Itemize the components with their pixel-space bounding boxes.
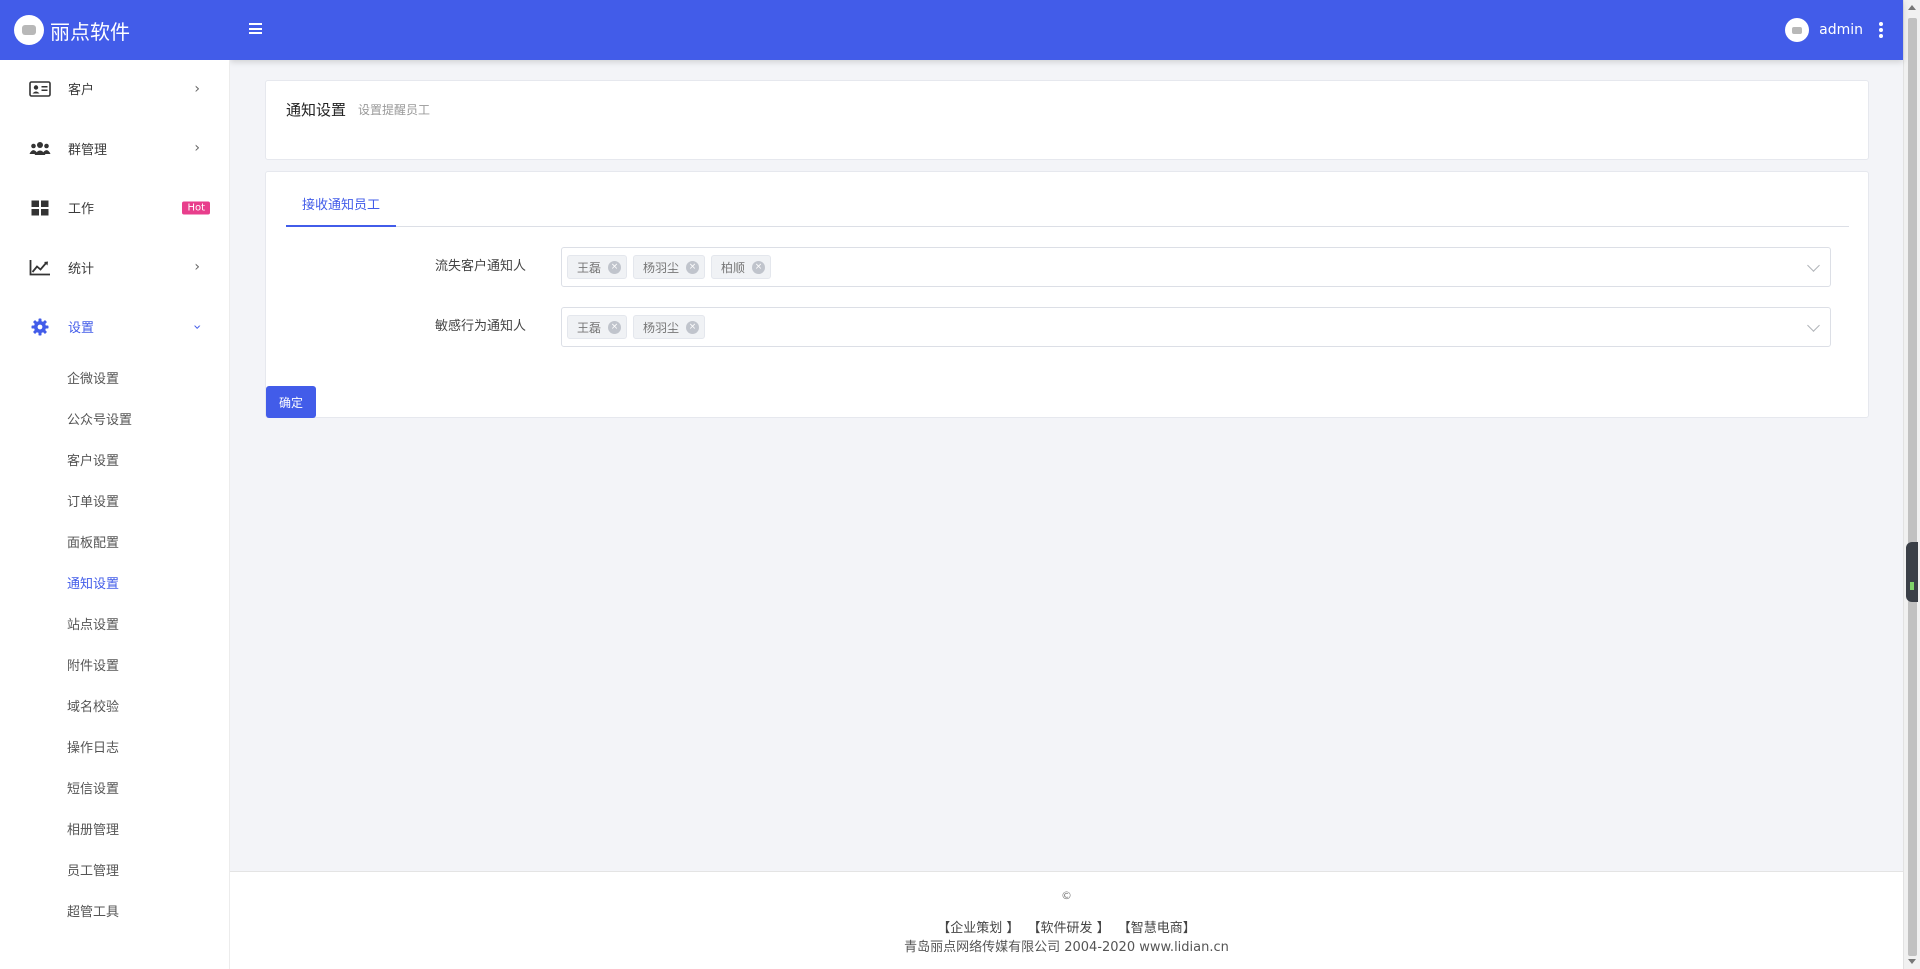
footer-links: 【企业策划 】 【软件研发 】 【智慧电商】 bbox=[230, 917, 1903, 936]
username[interactable]: admin bbox=[1819, 22, 1863, 38]
form-row-churn-notify: 流失客户通知人 王磊 × 杨羽尘 × 柏顺 × bbox=[266, 247, 1870, 287]
submenu-item[interactable]: 员工管理 bbox=[0, 849, 229, 890]
footer: © 【企业策划 】 【软件研发 】 【智慧电商】 青岛丽点网络传媒有限公司 20… bbox=[230, 871, 1903, 969]
field-label: 敏感行为通知人 bbox=[434, 319, 526, 334]
sidebar-item-label: 设置 bbox=[68, 321, 95, 337]
gear-icon bbox=[28, 317, 52, 337]
chevron-down-icon: › bbox=[189, 323, 206, 330]
sidebar-item-label: 客户 bbox=[68, 83, 95, 99]
page-subtitle: 设置提醒员工 bbox=[358, 103, 431, 117]
submenu-item[interactable]: 域名校验 bbox=[0, 685, 229, 726]
scroll-down-icon[interactable] bbox=[1908, 959, 1916, 964]
users-icon bbox=[28, 138, 52, 158]
chevron-right-icon: › bbox=[194, 259, 200, 276]
sidebar-menu: 服务 客户 › 群管理 › 工作 Hot 统 bbox=[0, 37, 229, 931]
footer-link[interactable]: 【智慧电商】 bbox=[1118, 921, 1196, 936]
tag-label: 王磊 bbox=[577, 260, 602, 275]
submenu-item[interactable]: 订单设置 bbox=[0, 480, 229, 521]
avatar[interactable] bbox=[1785, 18, 1810, 42]
dashboard-grid-icon bbox=[28, 198, 52, 218]
copyright: © bbox=[1061, 889, 1072, 902]
sidebar-item-stats[interactable]: 统计 › bbox=[0, 238, 229, 298]
logo-icon bbox=[14, 15, 44, 45]
company-info: 青岛丽点网络传媒有限公司 2004-2020 www.lidian.cn bbox=[904, 940, 1229, 955]
submenu-item[interactable]: 短信设置 bbox=[0, 767, 229, 808]
tag-label: 杨羽尘 bbox=[643, 320, 680, 335]
hamburger-menu-icon[interactable] bbox=[249, 23, 262, 34]
page-title: 通知设置 bbox=[286, 101, 347, 119]
sidebar-item-settings[interactable]: 设置 › bbox=[0, 297, 229, 357]
selected-tag: 王磊 × bbox=[567, 255, 628, 279]
churn-notify-select[interactable]: 王磊 × 杨羽尘 × 柏顺 × bbox=[561, 247, 1831, 287]
selected-tag: 柏顺 × bbox=[711, 255, 772, 279]
notification-form-card: 接收通知员工 流失客户通知人 王磊 × 杨羽尘 × 柏顺 × 敏感行为通知人 王磊 × … bbox=[265, 171, 1869, 418]
footer-link[interactable]: 【企业策划 】 bbox=[937, 921, 1019, 936]
topbar: admin bbox=[230, 0, 1903, 60]
submenu-item[interactable]: 操作日志 bbox=[0, 726, 229, 767]
tag-close-icon[interactable]: × bbox=[752, 260, 766, 274]
chevron-down-icon bbox=[1807, 259, 1820, 272]
submenu-item-active[interactable]: 通知设置 bbox=[0, 562, 229, 603]
more-vertical-icon[interactable] bbox=[1879, 22, 1883, 38]
tag-label: 柏顺 bbox=[721, 260, 746, 275]
brand-header[interactable]: 丽点软件 bbox=[0, 0, 230, 60]
submenu-item[interactable]: 面板配置 bbox=[0, 521, 229, 562]
sensitive-notify-select[interactable]: 王磊 × 杨羽尘 × bbox=[561, 307, 1831, 347]
line-chart-icon bbox=[28, 257, 52, 277]
hot-badge: Hot bbox=[182, 201, 210, 215]
tag-close-icon[interactable]: × bbox=[608, 260, 622, 274]
selected-tag: 王磊 × bbox=[567, 315, 628, 339]
id-card-icon bbox=[28, 79, 52, 99]
brand-name: 丽点软件 bbox=[50, 19, 130, 44]
page-header-card: 通知设置 设置提醒员工 bbox=[265, 80, 1869, 160]
submenu-item[interactable]: 客户设置 bbox=[0, 439, 229, 480]
tag-label: 杨羽尘 bbox=[643, 260, 680, 275]
sidebar-item-label: 统计 bbox=[68, 261, 95, 277]
confirm-button[interactable]: 确定 bbox=[266, 386, 316, 418]
tag-close-icon[interactable]: × bbox=[686, 320, 700, 334]
sidebar: 服务 客户 › 群管理 › 工作 Hot 统 bbox=[0, 0, 230, 969]
tab-receive-staff[interactable]: 接收通知员工 bbox=[286, 188, 396, 227]
chevron-down-icon bbox=[1807, 319, 1820, 332]
side-panel-handle[interactable] bbox=[1906, 542, 1918, 602]
submenu-item[interactable]: 站点设置 bbox=[0, 603, 229, 644]
footer-link[interactable]: 【软件研发 】 bbox=[1027, 921, 1109, 936]
sidebar-item-customer[interactable]: 客户 › bbox=[0, 59, 229, 119]
submenu-item[interactable]: 超管工具 bbox=[0, 890, 229, 931]
selected-tag: 杨羽尘 × bbox=[633, 255, 706, 279]
scroll-up-icon[interactable] bbox=[1908, 5, 1916, 10]
sidebar-item-label: 群管理 bbox=[68, 142, 108, 158]
form-row-sensitive-notify: 敏感行为通知人 王磊 × 杨羽尘 × bbox=[266, 307, 1870, 347]
user-menu[interactable]: admin bbox=[1785, 0, 1883, 60]
tag-close-icon[interactable]: × bbox=[686, 260, 700, 274]
field-label: 流失客户通知人 bbox=[434, 259, 526, 274]
sidebar-item-label: 工作 bbox=[68, 202, 95, 218]
chevron-right-icon: › bbox=[194, 140, 200, 157]
submenu-item[interactable]: 相册管理 bbox=[0, 808, 229, 849]
tab-bar: 接收通知员工 bbox=[286, 188, 1849, 227]
submenu-item[interactable]: 企微设置 bbox=[0, 357, 229, 398]
page-scrollbar[interactable] bbox=[1903, 0, 1920, 969]
submenu-item[interactable]: 附件设置 bbox=[0, 644, 229, 685]
submenu-item[interactable]: 公众号设置 bbox=[0, 398, 229, 439]
scrollbar-thumb[interactable] bbox=[1908, 18, 1917, 956]
chevron-right-icon: › bbox=[194, 80, 200, 97]
selected-tag: 杨羽尘 × bbox=[633, 315, 706, 339]
sidebar-item-groups[interactable]: 群管理 › bbox=[0, 119, 229, 179]
tag-close-icon[interactable]: × bbox=[608, 320, 622, 334]
tag-label: 王磊 bbox=[577, 320, 602, 335]
settings-submenu: 企微设置 公众号设置 客户设置 订单设置 面板配置 通知设置 站点设置 附件设置… bbox=[0, 357, 229, 931]
sidebar-item-work[interactable]: 工作 Hot bbox=[0, 178, 229, 238]
